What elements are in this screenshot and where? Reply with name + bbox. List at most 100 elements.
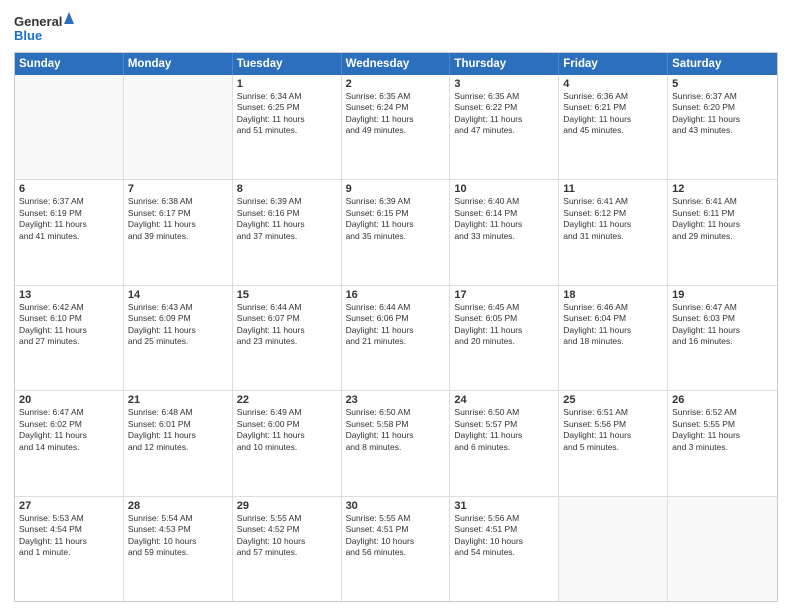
header-day-wednesday: Wednesday: [342, 53, 451, 75]
day-cell-24: 24Sunrise: 6:50 AMSunset: 5:57 PMDayligh…: [450, 391, 559, 495]
day-number: 30: [346, 500, 446, 512]
calendar-header: SundayMondayTuesdayWednesdayThursdayFrid…: [15, 53, 777, 75]
day-cell-10: 10Sunrise: 6:40 AMSunset: 6:14 PMDayligh…: [450, 180, 559, 284]
cell-text-line: Sunset: 4:52 PM: [237, 524, 337, 535]
cell-text-line: Sunrise: 6:44 AM: [237, 302, 337, 313]
cell-text-line: Sunrise: 6:47 AM: [19, 407, 119, 418]
day-number: 23: [346, 394, 446, 406]
cell-text-line: Sunrise: 6:49 AM: [237, 407, 337, 418]
day-number: 29: [237, 500, 337, 512]
cell-text-line: and 57 minutes.: [237, 547, 337, 558]
cell-text-line: Sunrise: 5:55 AM: [237, 513, 337, 524]
cell-text-line: Sunrise: 6:50 AM: [346, 407, 446, 418]
cell-text-line: Sunrise: 6:47 AM: [672, 302, 773, 313]
day-number: 24: [454, 394, 554, 406]
day-cell-7: 7Sunrise: 6:38 AMSunset: 6:17 PMDaylight…: [124, 180, 233, 284]
header-day-friday: Friday: [559, 53, 668, 75]
cell-text-line: Sunset: 6:22 PM: [454, 102, 554, 113]
cell-text-line: Daylight: 10 hours: [128, 536, 228, 547]
empty-cell: [559, 497, 668, 601]
cell-text-line: Daylight: 10 hours: [237, 536, 337, 547]
cell-text-line: Sunset: 6:15 PM: [346, 208, 446, 219]
cell-text-line: and 47 minutes.: [454, 125, 554, 136]
cell-text-line: Sunrise: 6:43 AM: [128, 302, 228, 313]
cell-text-line: and 1 minute.: [19, 547, 119, 558]
svg-text:Blue: Blue: [14, 28, 42, 43]
day-cell-6: 6Sunrise: 6:37 AMSunset: 6:19 PMDaylight…: [15, 180, 124, 284]
cell-text-line: Sunset: 5:55 PM: [672, 419, 773, 430]
cell-text-line: Sunrise: 6:48 AM: [128, 407, 228, 418]
header-day-tuesday: Tuesday: [233, 53, 342, 75]
cell-text-line: Sunrise: 5:54 AM: [128, 513, 228, 524]
day-cell-29: 29Sunrise: 5:55 AMSunset: 4:52 PMDayligh…: [233, 497, 342, 601]
day-number: 15: [237, 289, 337, 301]
cell-text-line: Sunset: 6:01 PM: [128, 419, 228, 430]
day-number: 13: [19, 289, 119, 301]
day-number: 12: [672, 183, 773, 195]
day-number: 6: [19, 183, 119, 195]
day-number: 22: [237, 394, 337, 406]
day-cell-14: 14Sunrise: 6:43 AMSunset: 6:09 PMDayligh…: [124, 286, 233, 390]
cell-text-line: and 8 minutes.: [346, 442, 446, 453]
header-day-sunday: Sunday: [15, 53, 124, 75]
header-day-saturday: Saturday: [668, 53, 777, 75]
cell-text-line: Sunrise: 6:34 AM: [237, 91, 337, 102]
cell-text-line: and 59 minutes.: [128, 547, 228, 558]
cell-text-line: and 51 minutes.: [237, 125, 337, 136]
cell-text-line: and 31 minutes.: [563, 231, 663, 242]
cell-text-line: and 35 minutes.: [346, 231, 446, 242]
cell-text-line: and 14 minutes.: [19, 442, 119, 453]
cell-text-line: Sunrise: 5:55 AM: [346, 513, 446, 524]
cell-text-line: Daylight: 10 hours: [346, 536, 446, 547]
day-cell-16: 16Sunrise: 6:44 AMSunset: 6:06 PMDayligh…: [342, 286, 451, 390]
cell-text-line: Sunset: 6:17 PM: [128, 208, 228, 219]
cell-text-line: Daylight: 11 hours: [454, 219, 554, 230]
cell-text-line: and 56 minutes.: [346, 547, 446, 558]
cell-text-line: Daylight: 11 hours: [454, 114, 554, 125]
cell-text-line: Sunset: 5:57 PM: [454, 419, 554, 430]
cell-text-line: Daylight: 11 hours: [672, 430, 773, 441]
cell-text-line: Sunset: 6:21 PM: [563, 102, 663, 113]
day-number: 26: [672, 394, 773, 406]
cell-text-line: and 6 minutes.: [454, 442, 554, 453]
cell-text-line: Daylight: 11 hours: [672, 219, 773, 230]
header-day-monday: Monday: [124, 53, 233, 75]
cell-text-line: Daylight: 11 hours: [237, 219, 337, 230]
day-cell-2: 2Sunrise: 6:35 AMSunset: 6:24 PMDaylight…: [342, 75, 451, 179]
cell-text-line: Daylight: 11 hours: [346, 325, 446, 336]
cell-text-line: Daylight: 11 hours: [19, 325, 119, 336]
day-number: 2: [346, 78, 446, 90]
day-cell-20: 20Sunrise: 6:47 AMSunset: 6:02 PMDayligh…: [15, 391, 124, 495]
day-number: 17: [454, 289, 554, 301]
day-cell-21: 21Sunrise: 6:48 AMSunset: 6:01 PMDayligh…: [124, 391, 233, 495]
cell-text-line: Sunset: 6:20 PM: [672, 102, 773, 113]
calendar-body: 1Sunrise: 6:34 AMSunset: 6:25 PMDaylight…: [15, 75, 777, 601]
day-cell-4: 4Sunrise: 6:36 AMSunset: 6:21 PMDaylight…: [559, 75, 668, 179]
day-number: 16: [346, 289, 446, 301]
cell-text-line: Sunrise: 6:46 AM: [563, 302, 663, 313]
day-cell-11: 11Sunrise: 6:41 AMSunset: 6:12 PMDayligh…: [559, 180, 668, 284]
cell-text-line: Daylight: 11 hours: [19, 430, 119, 441]
day-cell-9: 9Sunrise: 6:39 AMSunset: 6:15 PMDaylight…: [342, 180, 451, 284]
cell-text-line: Sunset: 6:06 PM: [346, 313, 446, 324]
cell-text-line: Sunrise: 6:45 AM: [454, 302, 554, 313]
day-cell-18: 18Sunrise: 6:46 AMSunset: 6:04 PMDayligh…: [559, 286, 668, 390]
day-number: 8: [237, 183, 337, 195]
cell-text-line: Sunset: 6:07 PM: [237, 313, 337, 324]
day-number: 4: [563, 78, 663, 90]
cell-text-line: and 3 minutes.: [672, 442, 773, 453]
cell-text-line: Sunset: 6:19 PM: [19, 208, 119, 219]
day-cell-15: 15Sunrise: 6:44 AMSunset: 6:07 PMDayligh…: [233, 286, 342, 390]
cell-text-line: Sunset: 6:04 PM: [563, 313, 663, 324]
cell-text-line: and 12 minutes.: [128, 442, 228, 453]
empty-cell: [15, 75, 124, 179]
day-cell-31: 31Sunrise: 5:56 AMSunset: 4:51 PMDayligh…: [450, 497, 559, 601]
cell-text-line: Sunset: 4:51 PM: [454, 524, 554, 535]
cell-text-line: Sunset: 6:09 PM: [128, 313, 228, 324]
day-cell-23: 23Sunrise: 6:50 AMSunset: 5:58 PMDayligh…: [342, 391, 451, 495]
cell-text-line: Daylight: 10 hours: [454, 536, 554, 547]
day-number: 27: [19, 500, 119, 512]
day-number: 31: [454, 500, 554, 512]
cell-text-line: Sunset: 6:05 PM: [454, 313, 554, 324]
calendar-row-3: 20Sunrise: 6:47 AMSunset: 6:02 PMDayligh…: [15, 391, 777, 496]
